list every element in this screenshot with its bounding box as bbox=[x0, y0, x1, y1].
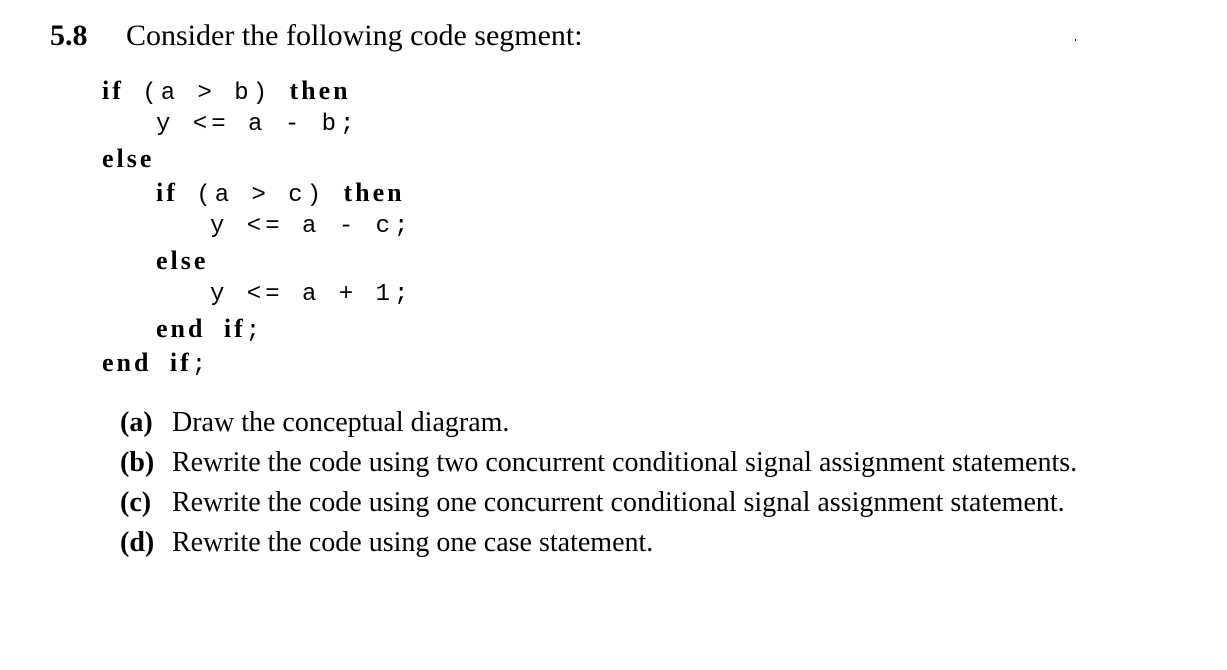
part-d: (d) Rewrite the code using one case state… bbox=[120, 523, 1077, 563]
code-text: (a > c) bbox=[177, 182, 344, 209]
code-keyword: end bbox=[102, 348, 152, 377]
code-text: ; bbox=[245, 318, 265, 345]
code-keyword: else bbox=[102, 144, 155, 173]
code-keyword: else bbox=[156, 246, 209, 275]
code-keyword: if bbox=[169, 348, 192, 377]
code-line: end if; bbox=[102, 312, 412, 346]
code-text: y <= a - b; bbox=[156, 111, 359, 138]
code-keyword: if bbox=[223, 314, 246, 343]
problem-number: 5.8 bbox=[50, 19, 88, 52]
code-keyword: if bbox=[102, 76, 124, 105]
code-text: (a > b) bbox=[123, 80, 290, 107]
part-label: (a) bbox=[120, 407, 153, 438]
part-text: Rewrite the code using two concurrent co… bbox=[172, 447, 1078, 478]
problem-intro: Consider the following code segment: bbox=[126, 19, 583, 52]
code-text: y <= a - c; bbox=[210, 213, 413, 240]
code-line: y <= a - b; bbox=[102, 108, 412, 142]
code-line: y <= a - c; bbox=[102, 210, 412, 244]
part-label: (b) bbox=[120, 447, 155, 478]
code-text: ; bbox=[191, 352, 211, 379]
code-line: if (a > c) then bbox=[102, 176, 412, 210]
code-line: end if; bbox=[102, 346, 412, 380]
part-a: (a) Draw the conceptual diagram. bbox=[120, 403, 1077, 443]
code-keyword: if bbox=[156, 178, 178, 207]
code-keyword: then bbox=[289, 76, 351, 105]
part-label: (c) bbox=[120, 487, 152, 518]
problem-heading: 5.8 Consider the following code segment: bbox=[50, 18, 583, 54]
code-keyword: then bbox=[343, 178, 405, 207]
part-b: (b) Rewrite the code using two concurrent… bbox=[120, 443, 1077, 483]
part-label: (d) bbox=[120, 527, 155, 558]
stray-mark bbox=[1075, 39, 1076, 41]
problem-parts: (a) Draw the conceptual diagram. (b) Rewri… bbox=[120, 403, 1077, 563]
code-line: y <= a + 1; bbox=[102, 278, 412, 312]
part-text: Draw the conceptual diagram. bbox=[172, 407, 510, 438]
part-text: Rewrite the code using one case statemen… bbox=[172, 527, 654, 558]
code-line: else bbox=[102, 244, 412, 278]
code-line: else bbox=[102, 142, 412, 176]
code-text: y <= a + 1; bbox=[210, 281, 413, 308]
part-text: Rewrite the code using one concurrent co… bbox=[172, 487, 1065, 518]
part-c: (c) Rewrite the code using one concurrent… bbox=[120, 483, 1077, 523]
code-line: if (a > b) then bbox=[102, 74, 412, 108]
code-keyword: end bbox=[156, 314, 206, 343]
code-segment: if (a > b) then y <= a - b; else if (a > c)… bbox=[102, 74, 412, 380]
